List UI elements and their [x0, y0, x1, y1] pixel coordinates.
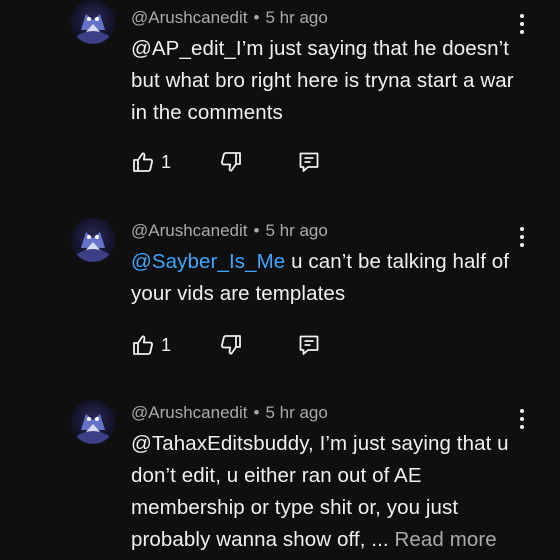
comment-meta: @Arushcanedit • 5 hr ago — [131, 403, 328, 423]
read-more-link[interactable]: Read more — [389, 528, 497, 551]
comment-author[interactable]: @Arushcanedit — [131, 403, 248, 422]
meta-separator: • — [253, 403, 260, 422]
avatar[interactable] — [71, 400, 115, 444]
comment-item: @Arushcanedit • 5 hr ago @TahaxEditsbuddy,… — [0, 0, 560, 560]
comment-text: @TahaxEditsbuddy, I’m just saying that u… — [131, 428, 521, 556]
comment-time: 5 hr ago — [265, 403, 328, 422]
avatar-graphic — [77, 414, 109, 444]
